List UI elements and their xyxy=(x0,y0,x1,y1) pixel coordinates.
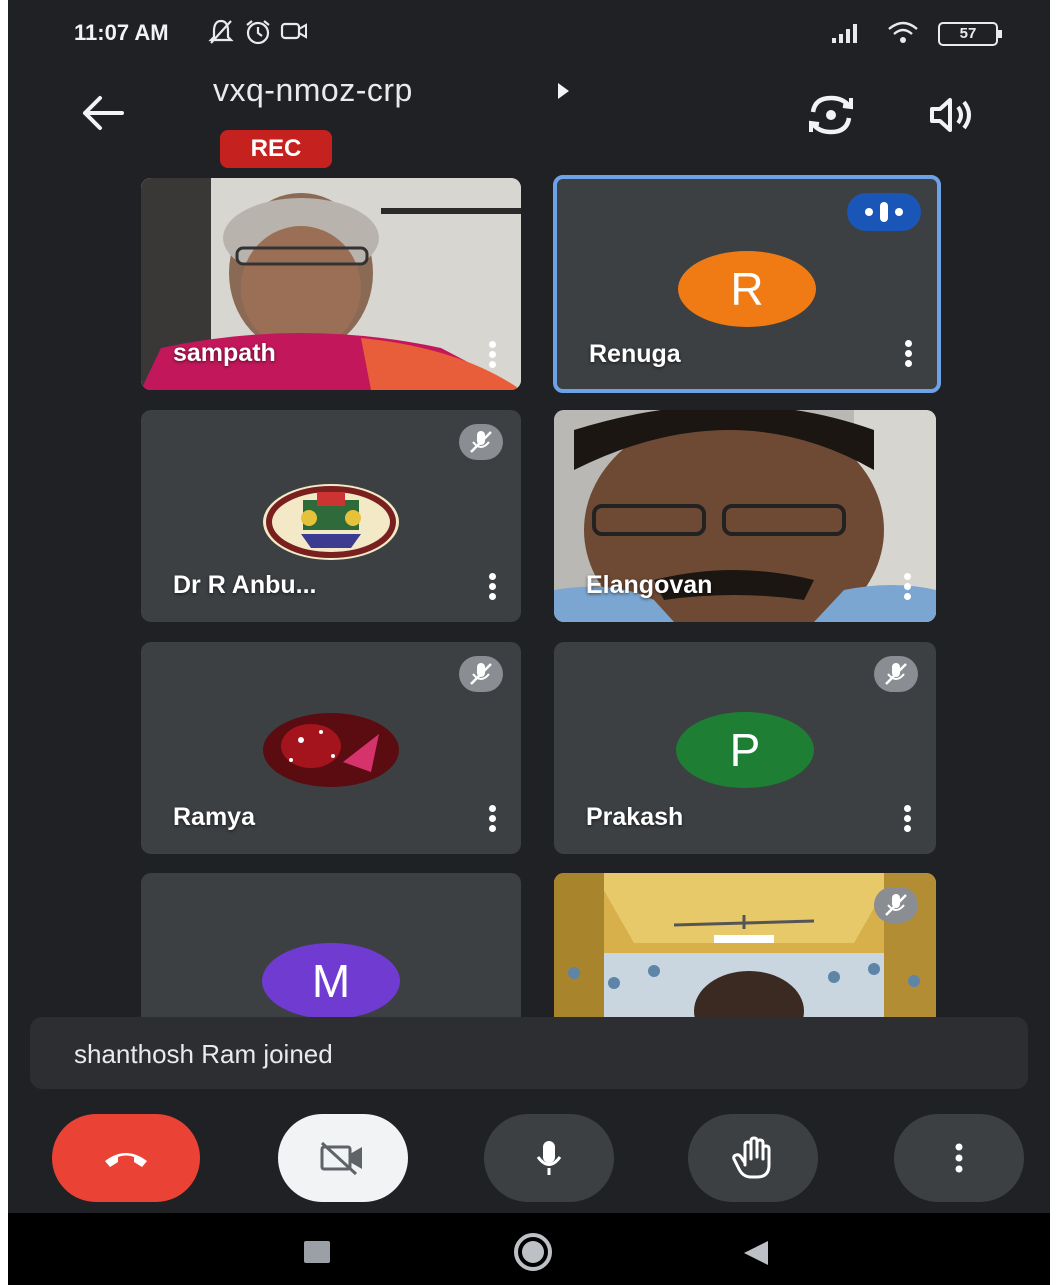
home-icon[interactable] xyxy=(514,1233,552,1271)
join-notification: shanthosh Ram joined xyxy=(30,1017,1028,1089)
avatar: P xyxy=(676,712,814,788)
microphone-icon xyxy=(536,1141,562,1175)
participant-tile-video[interactable] xyxy=(554,873,936,1023)
more-vert-icon[interactable] xyxy=(485,804,499,834)
mic-off-icon xyxy=(459,424,503,460)
alarm-icon xyxy=(246,20,270,45)
participant-name: sampath xyxy=(173,339,276,367)
more-options-icon xyxy=(955,1143,963,1173)
signal-icon xyxy=(832,24,857,43)
participant-tile-anbu[interactable]: Dr R Anbu... xyxy=(141,410,521,622)
notification-text: shanthosh Ram joined xyxy=(74,1039,333,1069)
system-navigation-bar xyxy=(8,1213,1050,1285)
meeting-code[interactable]: vxq-nmoz-crp xyxy=(213,72,413,109)
meet-call-screen: 11:07 AM 57 vxq-nmoz-crp REC sampath R R… xyxy=(8,0,1050,1285)
university-logo xyxy=(263,484,399,560)
more-vert-icon[interactable] xyxy=(485,340,499,370)
more-options-button[interactable] xyxy=(894,1114,1024,1202)
participant-name: Elangovan xyxy=(586,571,713,599)
participant-name: Ramya xyxy=(173,803,255,831)
mute-notifications-icon xyxy=(208,19,234,44)
mic-off-icon xyxy=(459,656,503,692)
mic-off-icon xyxy=(874,656,918,692)
participant-tile-prakash[interactable]: P Prakash xyxy=(554,642,936,854)
speaker-icon[interactable] xyxy=(928,94,978,136)
more-vert-icon[interactable] xyxy=(900,804,914,834)
back-arrow-icon[interactable] xyxy=(78,90,128,136)
participant-tile-sampath[interactable]: sampath xyxy=(141,178,521,390)
recents-icon[interactable] xyxy=(304,1241,330,1263)
switch-camera-icon[interactable] xyxy=(803,92,859,138)
participant-tile-ramya[interactable]: Ramya xyxy=(141,642,521,854)
raise-hand-icon xyxy=(732,1136,771,1179)
raise-hand-button[interactable] xyxy=(688,1114,818,1202)
participant-tile-renuga[interactable]: R Renuga xyxy=(553,175,941,393)
participant-name: Prakash xyxy=(586,803,684,831)
status-time: 11:07 AM xyxy=(74,20,169,45)
status-bar: 11:07 AM 57 xyxy=(8,0,1050,70)
video-record-icon xyxy=(280,22,307,40)
more-vert-icon[interactable] xyxy=(900,572,914,602)
profile-photo-avatar xyxy=(263,713,399,787)
wifi-icon xyxy=(888,21,918,43)
recording-badge: REC xyxy=(220,130,332,168)
participant-name: Dr R Anbu... xyxy=(173,571,317,599)
back-icon[interactable] xyxy=(740,1239,770,1267)
avatar: M xyxy=(262,943,400,1019)
mic-off-icon xyxy=(874,887,918,923)
end-call-button[interactable] xyxy=(52,1114,200,1202)
avatar: R xyxy=(678,251,816,327)
more-vert-icon[interactable] xyxy=(901,339,915,369)
caret-right-icon[interactable] xyxy=(556,82,570,100)
battery-level: 57 xyxy=(959,25,977,42)
end-call-icon xyxy=(105,1153,147,1167)
camera-off-icon xyxy=(320,1141,362,1176)
speaking-indicator-icon xyxy=(847,193,921,231)
camera-toggle-button[interactable] xyxy=(278,1114,408,1202)
battery-icon: 57 xyxy=(938,22,1002,46)
participant-tile-elangovan[interactable]: Elangovan xyxy=(554,410,936,622)
participant-name: Renuga xyxy=(589,340,681,368)
participant-tile-m[interactable]: M xyxy=(141,873,521,1023)
microphone-button[interactable] xyxy=(484,1114,614,1202)
more-vert-icon[interactable] xyxy=(485,572,499,602)
